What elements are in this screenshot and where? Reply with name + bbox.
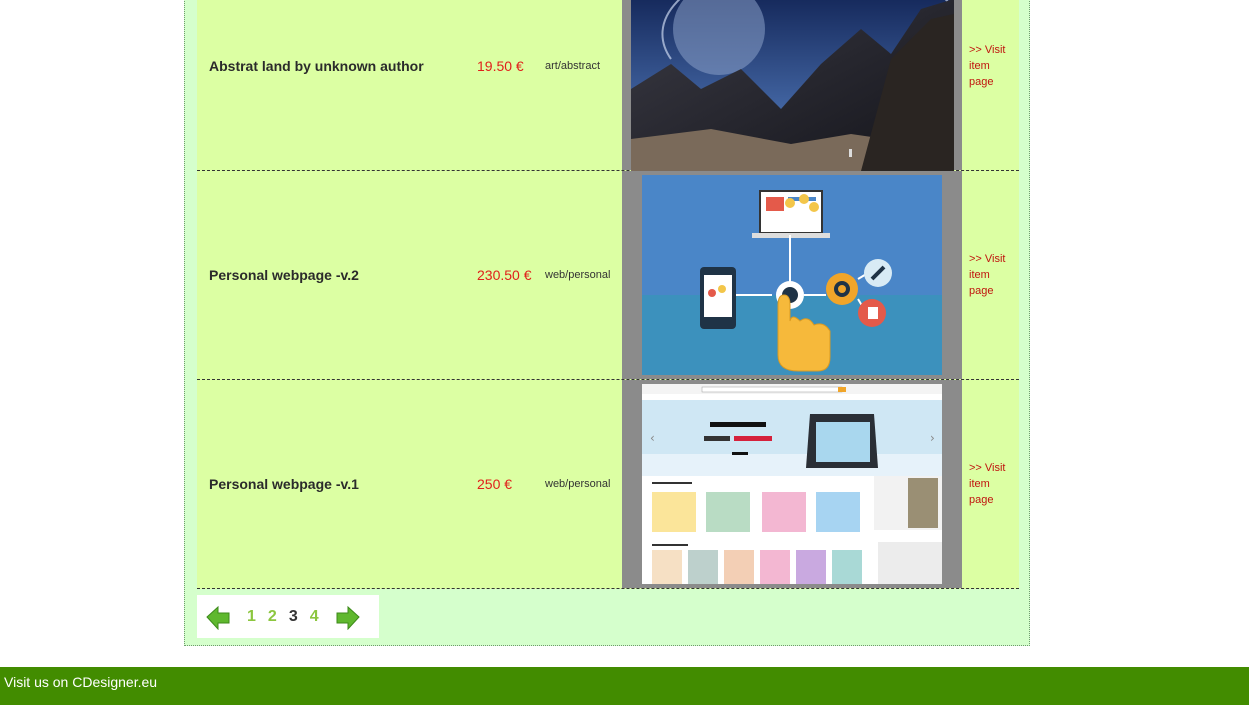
arrow-right-icon[interactable] xyxy=(335,604,361,630)
item-category: art/abstract xyxy=(545,60,601,72)
table-row: Personal webpage -v.2 230.50 € web/perso… xyxy=(197,171,1019,380)
item-price: 230.50 € xyxy=(477,266,532,283)
table-row: Personal webpage -v.1 250 € web/personal… xyxy=(197,380,1019,589)
footer: Visit us on CDesigner.eu xyxy=(0,667,1249,705)
svg-text:‹: ‹ xyxy=(650,431,655,445)
item-title: Personal webpage -v.1 xyxy=(209,476,359,492)
item-link-cell: >> Visit item page xyxy=(969,0,1017,170)
item-link-cell: >> Visit item page xyxy=(969,380,1017,588)
item-image-cell xyxy=(622,171,962,379)
table-row: Abstrat land by unknown author 19.50 € a… xyxy=(197,0,1019,171)
item-category: web/personal xyxy=(545,269,611,281)
arrow-left-icon[interactable] xyxy=(205,604,231,630)
visit-item-link[interactable]: >> Visit item page xyxy=(969,42,1017,90)
page-link-1[interactable]: 1 xyxy=(247,608,256,626)
item-title: Personal webpage -v.2 xyxy=(209,267,359,283)
page-link-current: 3 xyxy=(288,607,298,625)
webshop-mockup-image[interactable]: ‹ › xyxy=(642,384,942,584)
item-category: web/personal xyxy=(545,478,611,490)
item-image-cell xyxy=(622,0,962,171)
pagination: 1 2 3 4 xyxy=(197,595,379,638)
item-price: 19.50 € xyxy=(477,57,524,74)
web-tech-illustration-image[interactable] xyxy=(642,175,942,375)
footer-link[interactable]: Visit us on CDesigner.eu xyxy=(4,674,157,690)
page-link-4[interactable]: 4 xyxy=(310,608,319,626)
page-link-2[interactable]: 2 xyxy=(268,608,277,626)
item-link-cell: >> Visit item page xyxy=(969,171,1017,379)
svg-text:›: › xyxy=(930,431,935,445)
item-list-container: Abstrat land by unknown author 19.50 € a… xyxy=(184,0,1030,646)
item-image-cell: ‹ › xyxy=(622,380,962,588)
item-price: 250 € xyxy=(477,475,513,492)
mountain-landscape-image[interactable] xyxy=(630,0,954,171)
visit-item-link[interactable]: >> Visit item page xyxy=(969,251,1017,299)
visit-item-link[interactable]: >> Visit item page xyxy=(969,460,1017,508)
item-title: Abstrat land by unknown author xyxy=(209,58,424,74)
